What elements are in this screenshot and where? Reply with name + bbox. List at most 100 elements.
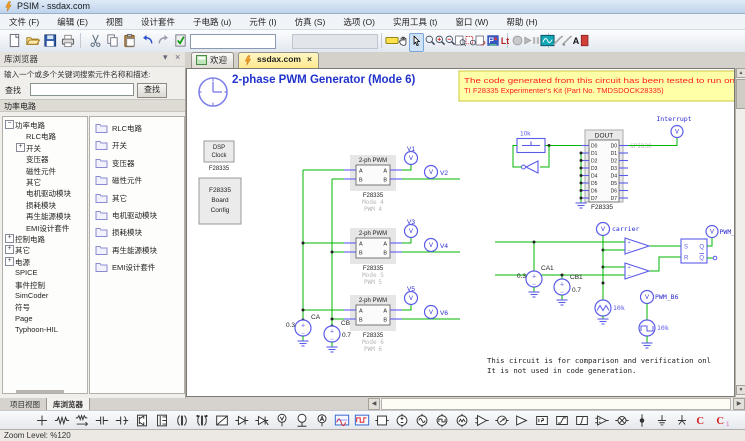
menu-item-3[interactable]: 设计套件	[132, 14, 184, 28]
library-folder-RLC电路[interactable]: RLC电路	[90, 121, 182, 137]
hscroll-thumb[interactable]	[381, 398, 731, 410]
panel-header[interactable]: 库浏览器 ▾ ×	[0, 52, 185, 67]
library-folder-磁性元件[interactable]: 磁性元件	[90, 173, 182, 189]
svg-text:B: B	[383, 178, 387, 184]
folder-label: EMI设计套件	[112, 262, 155, 273]
tree-hscroll-thumb[interactable]	[16, 390, 64, 393]
library-folder-list[interactable]: RLC电路开关变压器磁性元件其它电机驱动模块损耗模块再生能源模块 EMI设计套件	[89, 116, 185, 394]
new-icon[interactable]	[6, 33, 22, 50]
square-source[interactable]: 10k	[639, 320, 669, 348]
tree-label: 功率电路	[15, 120, 45, 131]
comparator-2[interactable]: +−	[625, 263, 649, 280]
expand-icon[interactable]: +	[16, 143, 25, 152]
svg-text:DOUT: DOUT	[595, 133, 613, 140]
scroll-left-icon[interactable]: ◀	[368, 398, 380, 410]
library-folder-再生能源模块[interactable]: 再生能源模块	[90, 243, 182, 259]
paste-icon[interactable]	[122, 33, 137, 50]
board-config-block[interactable]: F28335BoardConfig	[199, 178, 241, 224]
pwm-block-1[interactable]: 2-ph PWMABABF28335Mode 4PWM 4	[344, 155, 402, 213]
expand-icon[interactable]: +	[5, 234, 14, 243]
probe-pwm-a6[interactable]: VPWM_A6	[706, 226, 734, 238]
canvas-hscrollbar[interactable]: ◀ ▶	[368, 398, 745, 410]
svg-text:carrier: carrier	[612, 225, 639, 233]
menu-item-6[interactable]: 仿真 (S)	[286, 14, 335, 28]
select-icon[interactable]	[409, 33, 424, 52]
library-tree[interactable]: −功率电路RLC电路+开关变压器磁性元件其它电机驱动模块损耗模块再生能源模块EM…	[2, 116, 88, 394]
svg-text:V5: V5	[407, 286, 415, 293]
pwm-block-2[interactable]: 2-ph PWMABABF28335Mode 5PWM 5	[344, 228, 402, 286]
menu-item-1[interactable]: 编辑 (E)	[48, 14, 97, 28]
dsp-clock-block[interactable]: DSPClockF28335	[204, 141, 234, 172]
tab-welcome[interactable]: 欢迎	[191, 52, 234, 68]
expand-icon[interactable]: +	[5, 257, 14, 266]
input-wires[interactable]	[302, 170, 345, 328]
probe-pwm-b6[interactable]: VPWM_B6	[641, 291, 679, 321]
svg-text:CA: CA	[311, 314, 321, 321]
scroll-down-icon[interactable]: ▼	[736, 385, 745, 395]
source-CB[interactable]: +−CB0.7	[324, 320, 351, 352]
svg-text:D6: D6	[611, 189, 618, 195]
collapse-icon[interactable]: −	[5, 120, 14, 129]
open-icon[interactable]	[24, 33, 41, 50]
library-folder-EMI设计套件[interactable]: EMI设计套件	[90, 260, 182, 276]
library-folder-其它[interactable]: 其它	[90, 191, 182, 207]
menu-item-10[interactable]: 帮助 (H)	[497, 14, 546, 28]
carrier-source[interactable]: 10k	[595, 300, 625, 324]
library-folder-损耗模块[interactable]: 损耗模块	[90, 225, 182, 241]
source-CA1[interactable]: +−CA10.3	[517, 241, 554, 298]
svg-text:PWM 6: PWM 6	[364, 346, 382, 353]
menu-item-8[interactable]: 实用工具 (t)	[384, 14, 446, 28]
pulse-generator[interactable]: 10k	[513, 131, 581, 174]
tab-close-icon[interactable]: ×	[307, 54, 312, 64]
svg-text:−: −	[628, 274, 631, 280]
library-search-input[interactable]	[30, 83, 134, 96]
zoom-combo[interactable]	[190, 34, 276, 49]
menu-item-7[interactable]: 选项 (O)	[334, 14, 384, 28]
scroll-up-icon[interactable]: ▲	[736, 68, 745, 78]
source-CB1[interactable]: +−CB10.7	[554, 274, 583, 306]
menu-item-2[interactable]: 视图	[97, 14, 132, 28]
copy-icon[interactable]	[105, 33, 120, 50]
pwm-block-3[interactable]: 2-ph PWMABABF28335Mode 6PWM 6	[344, 295, 402, 353]
svg-text:A: A	[383, 169, 387, 175]
library-folder-变压器[interactable]: 变压器	[90, 156, 182, 172]
schematic[interactable]: 2-phase PWM Generator (Mode 6)The code g…	[187, 69, 734, 396]
undo-icon[interactable]	[139, 33, 155, 50]
comparator-wires[interactable]	[495, 242, 681, 275]
find-button[interactable]: 查找	[137, 83, 167, 98]
script-icon[interactable]	[579, 33, 591, 50]
tab-document[interactable]: ssdax.com×	[238, 52, 319, 68]
menu-item-0[interactable]: 文件 (F)	[0, 14, 48, 28]
panel-title: 库浏览器	[4, 53, 38, 65]
expand-icon[interactable]: +	[5, 245, 14, 254]
menu-item-5[interactable]: 元件 (I)	[240, 14, 285, 28]
print-icon[interactable]	[60, 33, 76, 50]
probe-carrier[interactable]: Vcarrier	[597, 223, 640, 301]
sr-flipflop[interactable]: SRQQ	[681, 238, 717, 264]
close-icon[interactable]: ×	[175, 52, 180, 62]
scroll-right-icon[interactable]: ▶	[733, 398, 745, 410]
svg-text:S: S	[684, 245, 688, 251]
comparator-1[interactable]: +−	[625, 238, 649, 255]
probe-interrupt[interactable]: VInterrupt	[628, 115, 692, 146]
menu-item-4[interactable]: 子电路 (u)	[184, 14, 240, 28]
library-folder-电机驱动模块[interactable]: 电机驱动模块	[90, 208, 182, 224]
library-folder-开关[interactable]: 开关	[90, 138, 182, 154]
probe-V5[interactable]: VV5	[402, 286, 418, 310]
canvas-vscrollbar[interactable]: ▲ ▼	[735, 68, 745, 397]
save-icon[interactable]	[42, 33, 58, 50]
cut-icon[interactable]	[88, 33, 103, 50]
dout-block[interactable]: DOUTD0D0D1D1D2D2D3D3D4D4D5D5D6D6D7D7F283…	[581, 130, 652, 211]
probe-V1[interactable]: VV1	[402, 146, 418, 170]
schematic-canvas[interactable]: 2-phase PWM Generator (Mode 6)The code g…	[186, 68, 735, 397]
address-check-icon[interactable]	[173, 33, 188, 50]
svg-text:D4: D4	[591, 174, 598, 180]
window-titlebar[interactable]: PSIM - ssdax.com	[0, 0, 745, 14]
tab-project-view[interactable]: 项目视图	[4, 398, 46, 410]
menu-item-9[interactable]: 窗口 (W)	[446, 14, 497, 28]
probe-V3[interactable]: VV3	[402, 219, 418, 243]
vscroll-thumb[interactable]	[736, 79, 745, 109]
pin-icon[interactable]: ▾	[163, 52, 168, 63]
lt-icon[interactable]: Lt	[498, 33, 512, 50]
redo-icon[interactable]	[156, 33, 172, 50]
